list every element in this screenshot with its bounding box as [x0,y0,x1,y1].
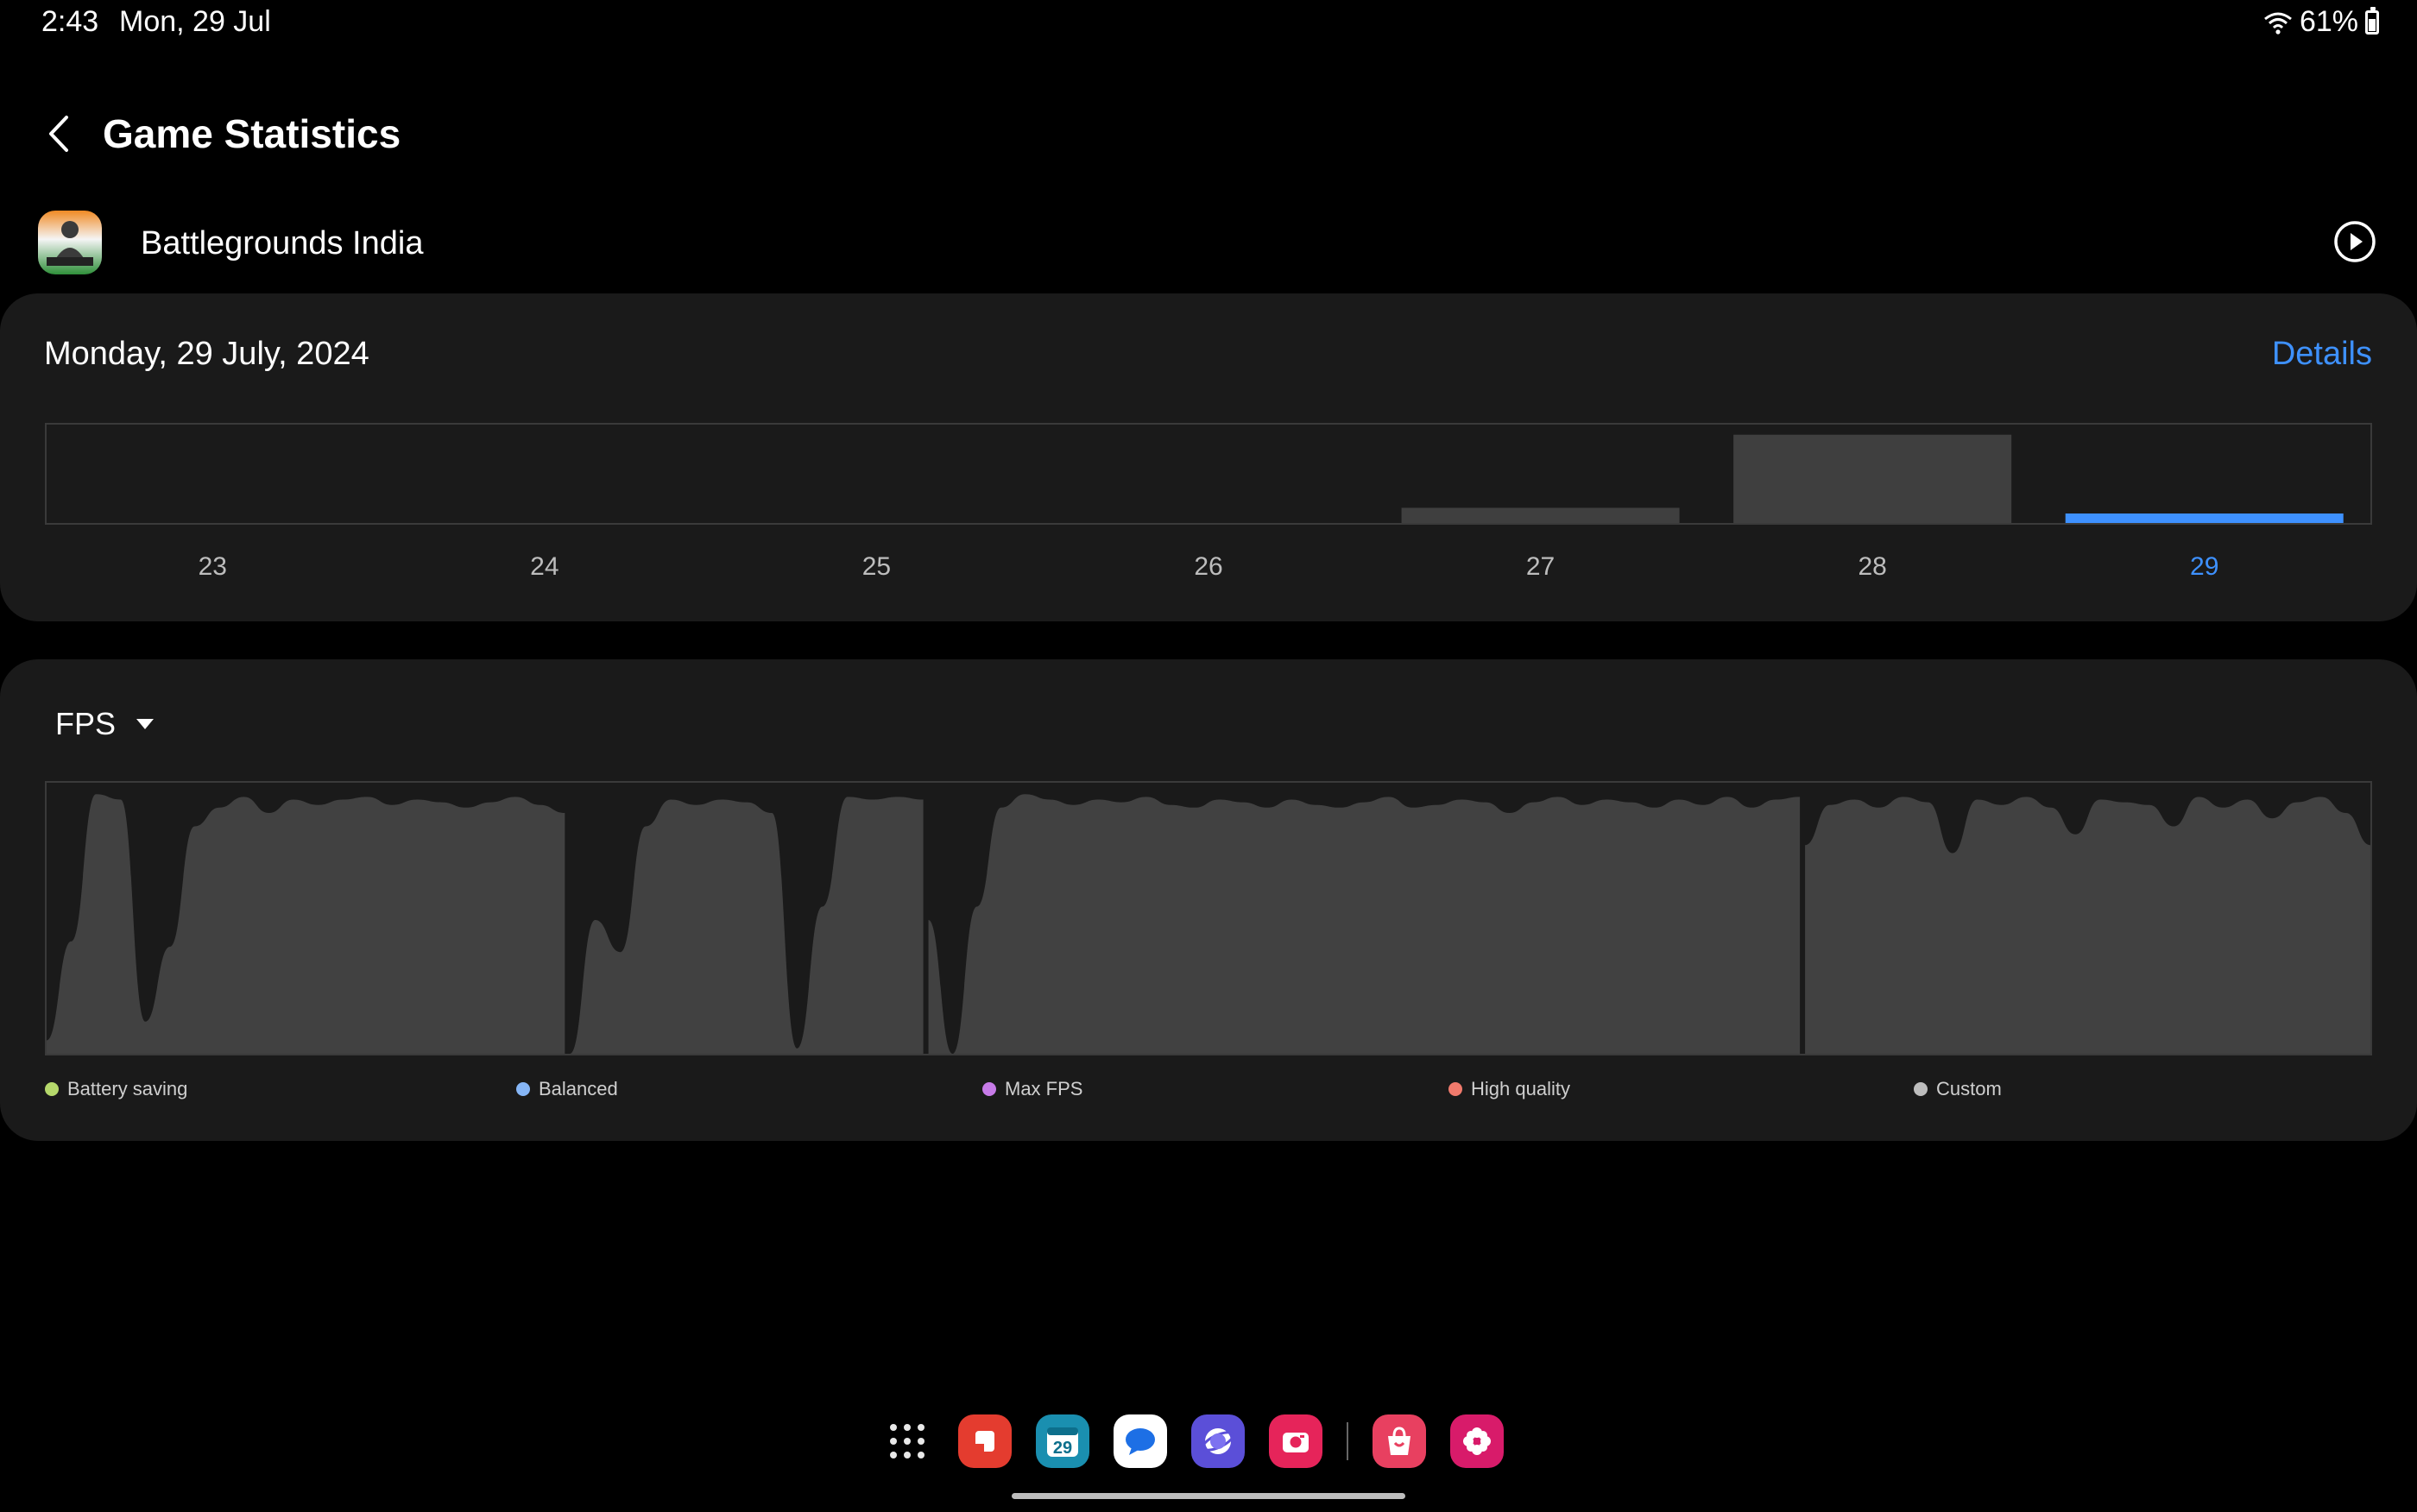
battery-icon [2365,6,2379,35]
day-label-25[interactable]: 25 [824,552,928,582]
status-date: Mon, 29 Jul [119,5,271,38]
play-button[interactable] [2332,219,2377,264]
game-name: Battlegrounds India [141,225,424,261]
status-time: 2:43 [41,5,99,38]
selected-date: Monday, 29 July, 2024 [44,336,369,372]
caret-down-icon [136,719,155,729]
legend-dot [1914,1082,1928,1096]
messages-app-icon[interactable] [1114,1414,1167,1468]
legend-label: Custom [1936,1078,2002,1099]
legend-label: High quality [1471,1078,1570,1099]
dock-divider [1347,1422,1348,1460]
status-icons: 61% [2263,5,2379,39]
gallery-app-icon[interactable] [1450,1414,1504,1468]
galaxy-store-app-icon[interactable] [1373,1414,1426,1468]
legend-item-custom: Custom [1914,1078,2002,1100]
day-bar-29[interactable] [2065,513,2344,523]
legend-item-max-fps: Max FPS [982,1078,1082,1100]
day-label-27[interactable]: 27 [1489,552,1593,582]
fps-session-area-3 [928,794,1801,1054]
legend-label: Max FPS [1005,1078,1083,1099]
calendar-day: 29 [1053,1439,1072,1458]
day-label-28[interactable]: 28 [1821,552,1924,582]
play-circle-icon [2334,221,2376,262]
legend-dot [1448,1082,1462,1096]
day-label-23[interactable]: 23 [161,552,264,582]
details-link[interactable]: Details [2272,332,2372,375]
legend-item-balanced: Balanced [516,1078,618,1100]
day-bar-28[interactable] [1733,434,2012,523]
apps-drawer-icon[interactable] [880,1414,934,1468]
calendar-app-icon[interactable]: 29 [1036,1414,1089,1468]
day-label-26[interactable]: 26 [1157,552,1260,582]
legend-dot [516,1082,530,1096]
day-label-29[interactable]: 29 [2153,552,2256,582]
metric-dropdown-label: FPS [55,706,117,741]
legend-dot [982,1082,996,1096]
notes-app-icon[interactable] [958,1414,1012,1468]
chevron-left-icon [49,116,68,152]
fps-session-area-1 [47,794,565,1054]
taskbar-dock: 29 [880,1412,1504,1471]
metric-dropdown[interactable]: FPS [55,706,155,742]
day-bar-27[interactable] [1401,507,1680,523]
page-title: Game Statistics [103,111,401,156]
daily-bar-chart-svg [1401,434,2344,523]
internet-app-icon[interactable] [1191,1414,1245,1468]
wifi-icon [2264,12,2292,35]
fps-session-area-4 [1805,797,2370,1054]
game-icon [38,211,102,274]
legend-item-battery-saving: Battery saving [45,1078,187,1100]
fps-session-area-2 [570,797,924,1054]
fps-chart [45,781,2372,1055]
legend-label: Battery saving [67,1078,188,1099]
fps-chart-svg [47,794,2370,1054]
battery-percent: 61% [2299,5,2358,38]
camera-app-icon[interactable] [1269,1414,1322,1468]
back-button[interactable] [38,105,79,162]
home-indicator[interactable] [1012,1493,1405,1499]
legend-item-high-quality: High quality [1448,1078,1570,1100]
daily-bar-chart[interactable] [45,423,2372,525]
legend-label: Balanced [539,1078,618,1099]
legend-dot [45,1082,59,1096]
day-label-24[interactable]: 24 [493,552,596,582]
